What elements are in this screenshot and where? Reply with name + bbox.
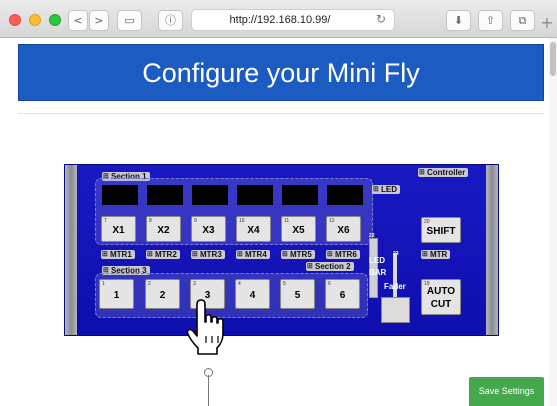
fader-handle[interactable] xyxy=(381,297,410,323)
key-label: X1 xyxy=(112,225,125,236)
key-label: X4 xyxy=(247,225,260,236)
key-6[interactable]: 66 xyxy=(325,279,360,309)
led-tag[interactable]: LED xyxy=(372,185,400,194)
close-window-button[interactable] xyxy=(9,14,21,26)
led-display-1 xyxy=(102,185,138,205)
fader-track[interactable] xyxy=(393,253,397,300)
fader-number: 23 xyxy=(393,251,399,257)
section2-tag[interactable]: Section 2 xyxy=(306,262,354,271)
tabs-icon: ⧉ xyxy=(518,14,527,27)
key-number: 9 xyxy=(194,218,197,224)
led-bar-label-led: LED xyxy=(369,256,385,265)
key-number: 11 xyxy=(284,218,290,224)
tabs-overview-button[interactable]: ⧉ xyxy=(510,10,535,31)
forward-icon: > xyxy=(94,14,104,27)
sidebar-toggle-button[interactable]: ▭ xyxy=(117,10,142,31)
key-label: 1 xyxy=(113,290,120,301)
info-icon: ⓘ xyxy=(165,14,176,27)
mtr-tag-6[interactable]: MTR6 xyxy=(326,250,360,259)
key-label: 6 xyxy=(339,290,346,301)
back-button[interactable]: < xyxy=(68,10,88,31)
led-bar-label-bar: BAR xyxy=(369,268,387,277)
key-label: 5 xyxy=(294,290,301,301)
mtr-tag-4[interactable]: MTR4 xyxy=(236,250,270,259)
key-number: 6 xyxy=(328,281,331,287)
plus-icon: + xyxy=(540,13,554,32)
mtr-tag-right[interactable]: MTR xyxy=(421,250,451,259)
key-x3[interactable]: 9 X3 xyxy=(191,216,226,242)
share-icon: ⇧ xyxy=(485,14,496,27)
key-number: 7 xyxy=(104,218,107,224)
key-5[interactable]: 55 xyxy=(280,279,315,309)
new-tab-button[interactable]: + xyxy=(537,13,557,37)
reload-icon[interactable]: ↻ xyxy=(376,12,386,26)
shift-key[interactable]: 20 SHIFT xyxy=(421,217,461,243)
downloads-button[interactable]: ⬇ xyxy=(446,10,471,31)
key-number: 10 xyxy=(239,218,245,224)
panel-right-rail xyxy=(486,165,498,335)
led-display-2 xyxy=(147,185,183,205)
sidebar-icon: ▭ xyxy=(124,14,135,27)
divider xyxy=(18,113,544,114)
key-2[interactable]: 22 xyxy=(145,279,180,309)
controller-tag[interactable]: Controller xyxy=(418,168,469,177)
auto-cut-key[interactable]: 19 AUTO CUT xyxy=(421,279,461,315)
save-settings-button[interactable]: Save Settings xyxy=(469,377,544,406)
key-x6[interactable]: 12 X6 xyxy=(326,216,361,242)
key-number: 20 xyxy=(424,219,430,225)
key-label: X6 xyxy=(337,225,350,236)
download-icon: ⬇ xyxy=(453,14,464,27)
key-number: 12 xyxy=(329,218,335,224)
key-number: 1 xyxy=(102,281,105,287)
forward-button[interactable]: > xyxy=(89,10,109,31)
browser-toolbar: < > ▭ ⓘ http://192.168.10.99/ ↻ ⬇ ⇧ ⧉ + xyxy=(0,0,557,38)
url-text: http://192.168.10.99/ xyxy=(229,14,331,26)
key-x2[interactable]: 8 X2 xyxy=(146,216,181,242)
key-x4[interactable]: 10 X4 xyxy=(236,216,271,242)
key-label: 4 xyxy=(249,290,256,301)
page-scrollbar[interactable] xyxy=(549,38,557,406)
back-icon: < xyxy=(73,14,83,27)
minimize-window-button[interactable] xyxy=(29,14,41,26)
key-x5[interactable]: 11 X5 xyxy=(281,216,316,242)
key-label: 2 xyxy=(159,290,166,301)
key-label: X3 xyxy=(202,225,215,236)
page-title: Configure your Mini Fly xyxy=(18,44,544,101)
key-4[interactable]: 44 xyxy=(235,279,270,309)
hand-cursor-icon xyxy=(186,299,224,355)
connector-line xyxy=(208,375,209,406)
key-number: 8 xyxy=(149,218,152,224)
key-label: X5 xyxy=(292,225,305,236)
key-number: 19 xyxy=(424,281,430,287)
key-number: 5 xyxy=(283,281,286,287)
key-label: X2 xyxy=(157,225,170,236)
mtr-tag-2[interactable]: MTR2 xyxy=(146,250,180,259)
mtr-tag-1[interactable]: MTR1 xyxy=(101,250,135,259)
key-x1[interactable]: 7 X1 xyxy=(101,216,136,242)
scrollbar-thumb[interactable] xyxy=(550,42,556,76)
share-button[interactable]: ⇧ xyxy=(478,10,503,31)
led-bar-number: 22 xyxy=(369,233,375,239)
led-display-5 xyxy=(282,185,318,205)
key-label: SHIFT xyxy=(426,226,456,237)
key-1[interactable]: 11 xyxy=(99,279,134,309)
site-info-button[interactable]: ⓘ xyxy=(158,10,183,31)
key-number: 3 xyxy=(193,281,196,287)
panel-left-rail xyxy=(65,165,77,335)
led-display-6 xyxy=(327,185,363,205)
mtr-tag-3[interactable]: MTR3 xyxy=(191,250,225,259)
key-number: 2 xyxy=(148,281,151,287)
fader-label: Fader xyxy=(384,282,406,291)
address-bar[interactable]: http://192.168.10.99/ ↻ xyxy=(191,9,395,31)
mtr-tag-5[interactable]: MTR5 xyxy=(281,250,315,259)
led-display-3 xyxy=(192,185,228,205)
key-label-cut: CUT xyxy=(430,299,452,310)
fullscreen-window-button[interactable] xyxy=(49,14,61,26)
key-number: 4 xyxy=(238,281,241,287)
led-display-4 xyxy=(237,185,273,205)
